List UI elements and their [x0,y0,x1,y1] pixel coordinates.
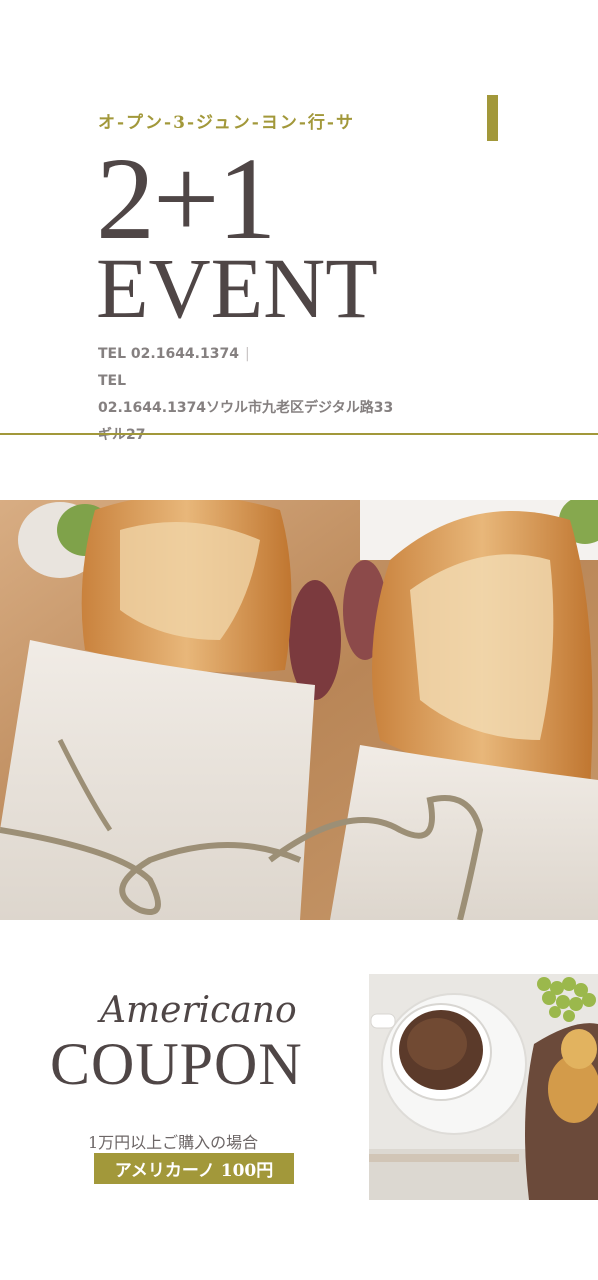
divider-line [0,433,598,435]
contact-line-2: TEL [98,373,127,389]
coffee-photo [369,974,598,1200]
baguette-photo [0,500,598,920]
coupon-script-title: Americano [100,990,297,1031]
event-subtitle: オ-プン-3-ジュン-ヨン-行-サ [98,113,355,133]
contact-line-4: ギル27 [98,427,146,443]
headline-word: EVENT [96,240,378,336]
coupon-offer-badge: アメリカーノ 100円 [94,1153,294,1184]
coupon-condition: 1万円以上ご購入の場合 [88,1133,259,1152]
coupon-title: COUPON [50,1031,303,1097]
accent-bar [487,95,498,141]
contact-line-1: TEL 02.1644.1374 [98,346,239,362]
divider: | [244,346,250,362]
contact-line-3: 02.1644.1374ソウル市九老区デジタル路33 [98,400,394,416]
